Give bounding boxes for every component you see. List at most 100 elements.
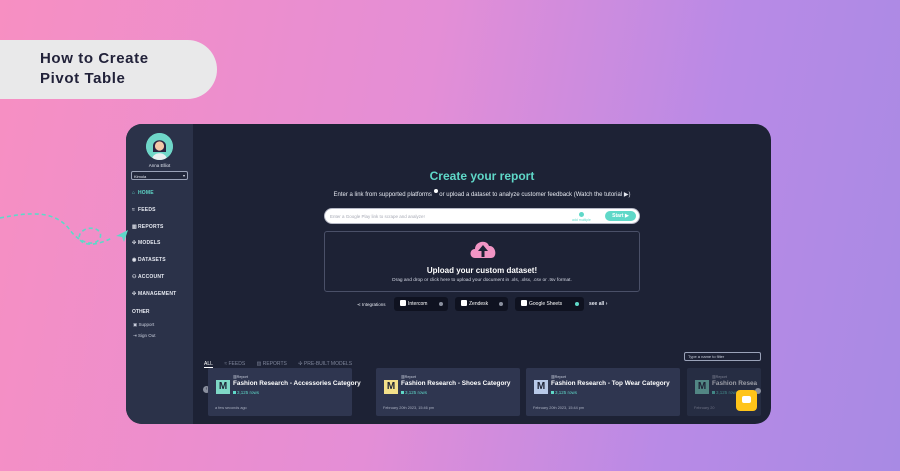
account-icon: ⚇ xyxy=(132,274,137,280)
nav-item-datasets[interactable]: ◉DATASETS xyxy=(132,257,166,263)
nav-item-label: FEEDS xyxy=(138,207,156,213)
nav-item-account[interactable]: ⚇ACCOUNT xyxy=(132,274,164,280)
integrations-label: ⋖ Integrations xyxy=(357,302,386,308)
rows-icon xyxy=(401,391,404,394)
datasets-icon: ◉ xyxy=(132,257,137,263)
filter-input[interactable] xyxy=(684,352,761,361)
banner-title-line1: How to Create xyxy=(40,50,149,67)
see-all-label: see all xyxy=(589,301,605,307)
zendesk-label: Zendesk xyxy=(469,301,489,307)
tab-label: REPORTS xyxy=(262,361,287,367)
dashed-curve-decoration xyxy=(0,213,113,245)
zendesk-icon xyxy=(461,300,467,306)
subtitle-text-a: Enter a link from supported platforms xyxy=(333,192,432,198)
user-name: Anna Elliot xyxy=(148,163,171,168)
cursor-arrow-icon xyxy=(116,230,128,242)
nav-item-label: DATASETS xyxy=(138,257,166,263)
card-rows: 3,125 rows xyxy=(551,390,577,395)
card-thumbnail: M xyxy=(384,380,398,394)
nav-item-home[interactable]: ⌂ HOME xyxy=(132,190,154,196)
card-type: ▥Report xyxy=(551,375,566,379)
nav-item-models[interactable]: ✣ MODELS xyxy=(132,240,161,246)
chevron-right-icon: › xyxy=(605,301,608,307)
card-type: ▥Report xyxy=(401,375,416,379)
tab-all[interactable]: ALL xyxy=(204,361,213,368)
intercom-label: Intercom xyxy=(408,301,428,307)
tab-feeds[interactable]: ≈ FEEDS xyxy=(224,361,245,367)
page-subtitle: Enter a link from supported platforms or… xyxy=(193,189,771,198)
tab-pre-built-models[interactable]: ✣ PRE-BUILT MODELS xyxy=(298,361,352,367)
organization-select[interactable]: Kimola ▾ xyxy=(131,171,188,180)
link-input[interactable] xyxy=(330,211,560,221)
integrations-label-text: Integrations xyxy=(362,302,386,307)
card-date: a few seconds ago xyxy=(215,406,247,410)
play-icon: ▶ xyxy=(624,213,629,219)
card-title: Fashion Research - Accessories Category xyxy=(233,380,361,387)
rows-icon xyxy=(233,391,236,394)
tab-label: PRE-BUILT MODELS xyxy=(303,361,353,367)
intercom-icon xyxy=(400,300,406,306)
report-card[interactable]: M ▥Report Fashion Research - Accessories… xyxy=(208,368,361,416)
report-card[interactable]: M ▥Report Fashion Research - Top Wear Ca… xyxy=(526,368,680,416)
sign-out-link[interactable]: ⇥ Sign Out xyxy=(133,333,156,339)
nav-item-label: MANAGEMENT xyxy=(138,291,177,297)
card-thumbnail: M xyxy=(695,380,709,394)
card-date: February 20th 2023, 15:44 pm xyxy=(533,406,585,410)
add-multiple-button[interactable]: add multiple xyxy=(572,212,591,222)
card-rows: 3,125 rows xyxy=(401,390,427,395)
upload-dropzone[interactable]: Upload your custom dataset! Drag and dro… xyxy=(324,231,640,292)
plus-icon xyxy=(578,212,584,217)
banner-title: How to Create Pivot Table xyxy=(0,40,217,99)
rows-icon xyxy=(712,391,715,394)
start-label: Start xyxy=(612,213,624,219)
status-dot xyxy=(575,302,579,306)
chat-bubble-icon xyxy=(742,396,751,403)
tab-reports[interactable]: ▥ REPORTS xyxy=(257,361,287,367)
rows-icon xyxy=(551,391,554,394)
nav-item-label: ACCOUNT xyxy=(138,274,165,280)
home-icon: ⌂ xyxy=(132,190,136,196)
management-icon: ✣ xyxy=(132,291,137,297)
status-dot xyxy=(439,302,443,306)
link-search-bar: add multiple Start ▶ xyxy=(324,208,640,224)
support-label: Support xyxy=(138,322,155,327)
add-multiple-label: add multiple xyxy=(572,218,591,222)
reports-icon: ▥ xyxy=(132,224,137,230)
avatar[interactable] xyxy=(146,133,173,160)
support-link[interactable]: ▣ Support xyxy=(133,322,154,328)
app-window: Anna Elliot Kimola ▾ ⌂ HOME ≈ FEEDS ▥REPOR… xyxy=(126,124,771,424)
chevron-down-icon: ▾ xyxy=(182,173,185,178)
models-icon: ✣ xyxy=(132,240,137,246)
chat-button[interactable] xyxy=(736,390,757,411)
nav-item-label: HOME xyxy=(138,190,154,196)
card-type: ▥Report xyxy=(233,375,248,379)
nav-item-feeds[interactable]: ≈ FEEDS xyxy=(132,207,156,213)
intercom-button[interactable]: Intercom xyxy=(394,297,448,311)
status-dot xyxy=(499,302,503,306)
cloud-upload-icon xyxy=(470,241,496,258)
card-thumbnail: M xyxy=(216,380,230,394)
google-sheets-label: Google Sheets xyxy=(529,301,563,307)
card-rows: 3,125 rows xyxy=(233,390,259,395)
banner-title-line2: Pivot Table xyxy=(40,70,126,87)
card-type: ▥Report xyxy=(712,375,727,379)
organization-select-value: Kimola xyxy=(134,173,147,179)
nav-item-management[interactable]: ✣ MANAGEMENT xyxy=(132,291,176,297)
card-title: Fashion Resea xyxy=(712,380,758,387)
other-section-label: OTHER xyxy=(132,309,150,315)
card-thumbnail: M xyxy=(534,380,548,394)
subtitle-text-c: ) xyxy=(628,192,631,198)
card-date: February 20 xyxy=(694,406,715,410)
zendesk-button[interactable]: Zendesk xyxy=(455,297,508,311)
start-button[interactable]: Start ▶ xyxy=(605,211,636,221)
nav-item-reports[interactable]: ▥REPORTS xyxy=(132,224,164,230)
see-all-link[interactable]: see all › xyxy=(589,301,607,307)
card-rows: 3,125 rows xyxy=(712,390,738,395)
nav-item-label: REPORTS xyxy=(138,224,164,230)
report-card[interactable]: M ▥Report Fashion Research - Shoes Categ… xyxy=(376,368,520,416)
upload-title: Upload your custom dataset! xyxy=(426,266,538,275)
subtitle-text-b: or upload a dataset to analyze customer … xyxy=(437,192,623,198)
feeds-icon: ≈ xyxy=(132,207,135,213)
sign-out-label: Sign Out xyxy=(138,333,156,338)
google-sheets-button[interactable]: Google Sheets xyxy=(515,297,584,311)
